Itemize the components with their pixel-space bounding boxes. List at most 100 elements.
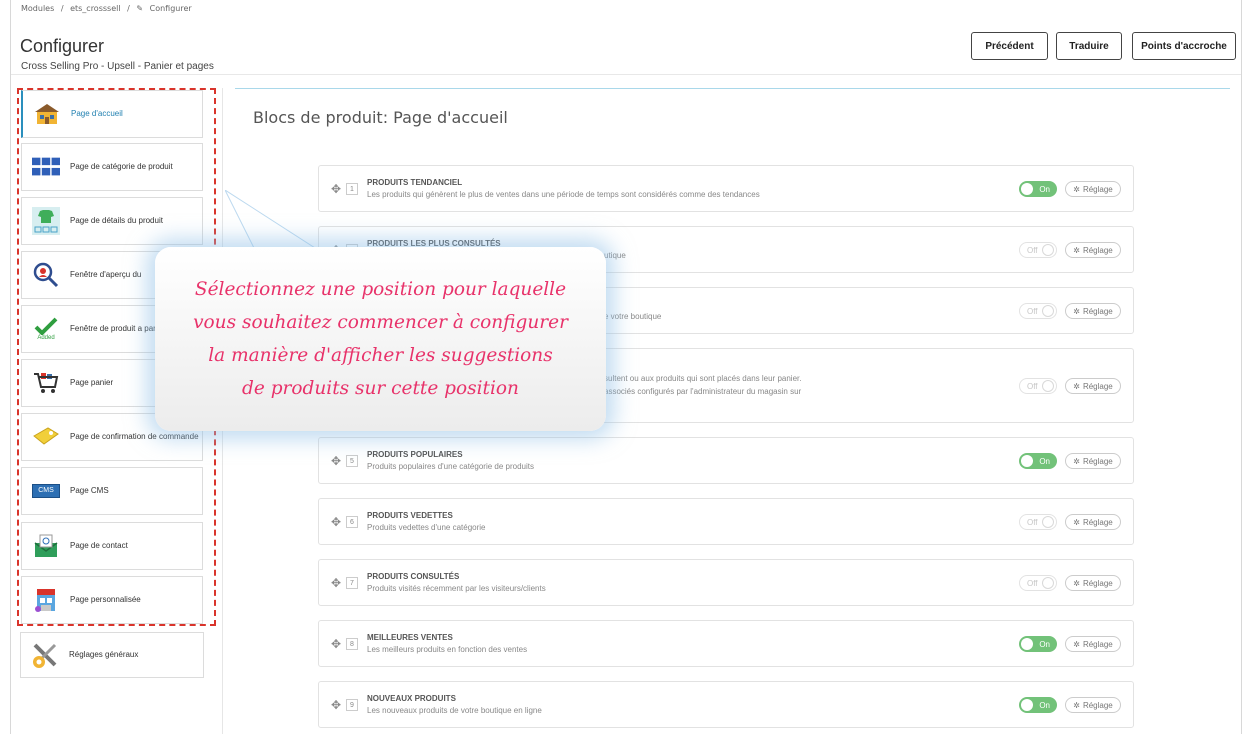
settings-button[interactable]: ✲ Réglage [1065, 575, 1121, 591]
sidebar-item-label: Page de catégorie de produit [70, 162, 173, 171]
callout-text: Sélectionnez une position pour laquelle … [155, 273, 606, 405]
main-title: Blocs de produit: Page d'accueil [253, 108, 508, 127]
row-description: e votre boutique [604, 312, 662, 321]
drag-handle-icon[interactable]: ✥ [331, 576, 341, 590]
gear-icon: ✲ [1073, 517, 1080, 527]
row-description-2: associés configurés par l'administrateur… [604, 387, 802, 396]
added-badge: Added [37, 335, 55, 341]
sidebar-item-label: Page de détails du produit [70, 216, 163, 225]
row-number: 5 [346, 455, 358, 467]
breadcrumb-modules[interactable]: Modules [21, 4, 54, 13]
toggle-label: Off [1027, 517, 1038, 527]
toggle-label: On [1039, 456, 1050, 466]
header-divider [11, 74, 1241, 75]
page-subtitle: Cross Selling Pro - Upsell - Panier et p… [21, 61, 214, 72]
row-title: NOUVEAUX PRODUITS [367, 694, 456, 703]
gear-icon: ✲ [1073, 578, 1080, 588]
toggle-label: On [1039, 700, 1050, 710]
block-row-viewed: ✥ 7 PRODUITS CONSULTÉS Produits visités … [318, 559, 1134, 606]
drag-handle-icon[interactable]: ✥ [331, 454, 341, 468]
enable-toggle[interactable]: Off [1019, 575, 1057, 591]
gear-icon: ✲ [1073, 245, 1080, 255]
block-row-best-sellers: ✥ 8 MEILLEURES VENTES Les meilleurs prod… [318, 620, 1134, 667]
block-row-featured: ✥ 6 PRODUITS VEDETTES Produits vedettes … [318, 498, 1134, 545]
grid-icon [32, 153, 60, 181]
toggle-label: Off [1027, 578, 1038, 588]
checkmark-icon: Added [32, 315, 60, 343]
sidebar-item-general-settings[interactable]: Réglages généraux [20, 632, 204, 678]
drag-handle-icon[interactable]: ✥ [331, 698, 341, 712]
enable-toggle[interactable]: On [1019, 697, 1057, 713]
settings-button[interactable]: ✲ Réglage [1065, 242, 1121, 258]
breadcrumb-module[interactable]: ets_crosssell [70, 4, 121, 13]
settings-button[interactable]: ✲ Réglage [1065, 453, 1121, 469]
row-title: PRODUITS TENDANCIEL [367, 178, 463, 187]
enable-toggle[interactable]: Off [1019, 303, 1057, 319]
breadcrumb: Modules / ets_crosssell / ✎ Configurer [21, 4, 196, 13]
block-row-new-products: ✥ 9 NOUVEAUX PRODUITS Les nouveaux produ… [318, 681, 1134, 728]
gear-icon: ✲ [1073, 639, 1080, 649]
drag-handle-icon[interactable]: ✥ [331, 182, 341, 196]
enable-toggle[interactable]: On [1019, 453, 1057, 469]
settings-button[interactable]: ✲ Réglage [1065, 514, 1121, 530]
block-row-popular: ✥ 5 PRODUITS POPULAIRES Produits populai… [318, 437, 1134, 484]
drag-handle-icon[interactable]: ✥ [331, 515, 341, 529]
enable-toggle[interactable]: Off [1019, 242, 1057, 258]
sidebar-item-contact[interactable]: Page de contact [21, 522, 203, 570]
sidebar-item-label: Page CMS [70, 486, 109, 495]
sidebar-item-label: Page de confirmation de commande [70, 432, 199, 441]
tshirt-icon [32, 207, 60, 235]
row-description: utique [604, 251, 626, 260]
enable-toggle[interactable]: Off [1019, 378, 1057, 394]
settings-label: Réglage [1082, 245, 1113, 255]
row-number: 6 [346, 516, 358, 528]
breadcrumb-current: Configurer [149, 4, 192, 13]
settings-label: Réglage [1082, 456, 1113, 466]
row-title: MEILLEURES VENTES [367, 633, 453, 642]
envelope-icon [32, 532, 60, 560]
sidebar-item-label: Réglages généraux [69, 650, 139, 659]
settings-label: Réglage [1082, 700, 1113, 710]
toggle-label: Off [1027, 381, 1038, 391]
previous-button[interactable]: Précédent [971, 32, 1048, 60]
sidebar-item-cms[interactable]: CMS Page CMS [21, 467, 203, 515]
settings-label: Réglage [1082, 184, 1113, 194]
settings-label: Réglage [1082, 517, 1113, 527]
toggle-label: Off [1027, 306, 1038, 316]
cart-icon [32, 369, 60, 397]
content-top-border [235, 88, 1230, 89]
row-number: 1 [346, 183, 358, 195]
row-title: PRODUITS POPULAIRES [367, 450, 463, 459]
sidebar-item-category[interactable]: Page de catégorie de produit [21, 143, 203, 191]
translate-button[interactable]: Traduire [1056, 32, 1122, 60]
gear-icon: ✲ [1073, 381, 1080, 391]
callout-line: vous souhaitez commencer à configurer [193, 312, 568, 333]
settings-label: Réglage [1082, 381, 1113, 391]
settings-button[interactable]: ✲ Réglage [1065, 181, 1121, 197]
settings-label: Réglage [1082, 639, 1113, 649]
sidebar-item-custom-page[interactable]: Page personnalisée [21, 576, 203, 624]
callout-pointer [225, 190, 315, 251]
settings-label: Réglage [1082, 578, 1113, 588]
magnifier-icon [32, 261, 60, 289]
enable-toggle[interactable]: On [1019, 636, 1057, 652]
toggle-label: Off [1027, 245, 1038, 255]
row-description: Produits visités récemment par les visit… [367, 584, 546, 593]
tooltip-callout: Sélectionnez une position pour laquelle … [155, 247, 606, 431]
row-title: PRODUITS VEDETTES [367, 511, 453, 520]
row-number: 9 [346, 699, 358, 711]
sidebar-item-label: Page de contact [70, 541, 128, 550]
enable-toggle[interactable]: Off [1019, 514, 1057, 530]
settings-button[interactable]: ✲ Réglage [1065, 636, 1121, 652]
settings-button[interactable]: ✲ Réglage [1065, 378, 1121, 394]
row-description: Les produits qui génèrent le plus de ven… [367, 190, 760, 199]
enable-toggle[interactable]: On [1019, 181, 1057, 197]
drag-handle-icon[interactable]: ✥ [331, 637, 341, 651]
settings-button[interactable]: ✲ Réglage [1065, 303, 1121, 319]
hooks-button[interactable]: Points d'accroche [1132, 32, 1236, 60]
toggle-label: On [1039, 639, 1050, 649]
sidebar-item-home[interactable]: Page d'accueil [21, 90, 203, 138]
sidebar-item-product-detail[interactable]: Page de détails du produit [21, 197, 203, 245]
settings-button[interactable]: ✲ Réglage [1065, 697, 1121, 713]
house-icon [33, 100, 61, 128]
